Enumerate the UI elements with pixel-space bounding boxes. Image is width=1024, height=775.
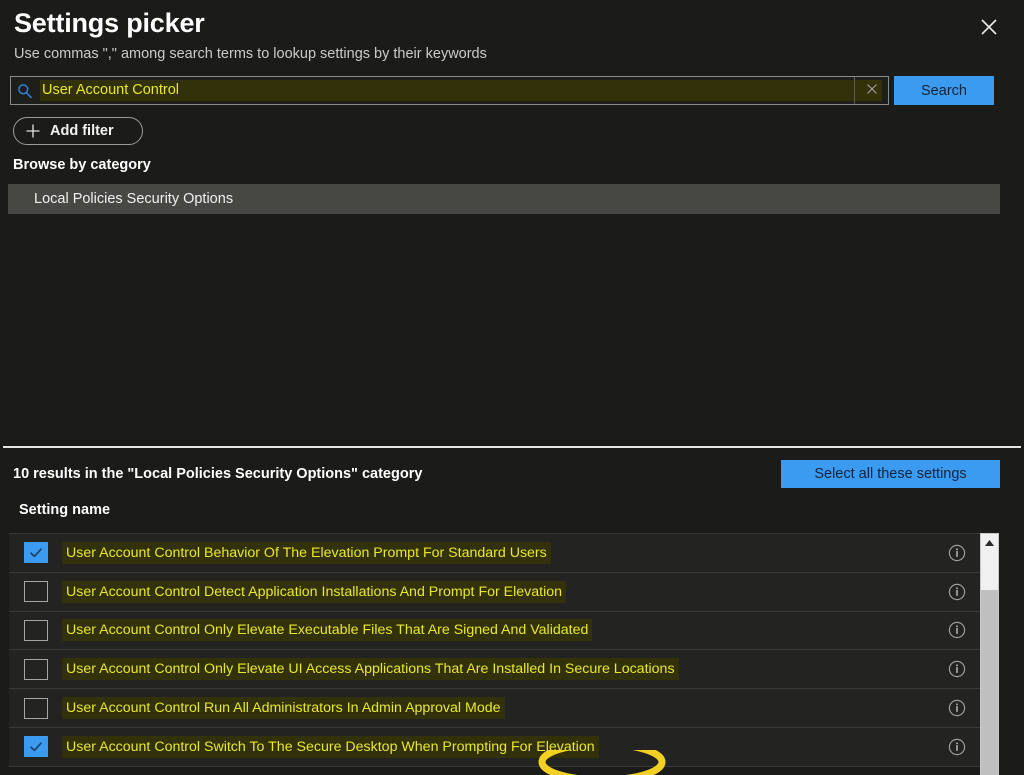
table-row[interactable]: User Account Control Run All Administrat… xyxy=(9,689,980,728)
check-icon xyxy=(30,548,42,558)
table-row[interactable]: User Account Control Only Elevate Execut… xyxy=(9,611,980,651)
info-icon[interactable] xyxy=(948,544,966,562)
setting-name-label: User Account Control Switch To The Secur… xyxy=(62,735,599,758)
add-filter-button[interactable]: Add filter xyxy=(13,117,143,145)
row-checkbox[interactable] xyxy=(24,542,48,564)
settings-list-scrollbar[interactable] xyxy=(980,533,999,775)
search-button-label: Search xyxy=(921,82,967,99)
column-header-setting-name: Setting name xyxy=(19,502,111,518)
setting-name-label: User Account Control Run All Administrat… xyxy=(62,697,505,720)
search-input[interactable]: User Account Control xyxy=(10,76,889,105)
page-subtitle: Use commas "," among search terms to loo… xyxy=(14,46,487,62)
setting-name-label: User Account Control Detect Application … xyxy=(62,580,567,603)
page-title: Settings picker xyxy=(14,8,205,38)
clear-icon xyxy=(866,82,878,100)
search-icon xyxy=(11,77,39,104)
scroll-up-button[interactable] xyxy=(981,534,998,551)
setting-name-label: User Account Control Only Elevate Execut… xyxy=(62,619,593,642)
plus-icon xyxy=(24,122,42,140)
info-icon[interactable] xyxy=(948,660,966,678)
table-row[interactable]: User Account Control Behavior Of The Ele… xyxy=(9,534,980,573)
results-count: 10 results in the "Local Policies Securi… xyxy=(13,466,423,482)
select-all-label: Select all these settings xyxy=(814,466,967,482)
settings-picker-dialog: Settings picker Use commas "," among sea… xyxy=(0,0,1024,775)
select-all-settings-button[interactable]: Select all these settings xyxy=(781,460,1000,488)
row-checkbox[interactable] xyxy=(24,697,48,719)
browse-by-category-heading: Browse by category xyxy=(13,157,151,173)
info-icon[interactable] xyxy=(948,699,966,717)
row-checkbox[interactable] xyxy=(24,581,48,603)
search-button[interactable]: Search xyxy=(894,76,994,105)
info-icon[interactable] xyxy=(948,738,966,756)
check-icon xyxy=(30,742,42,752)
info-icon[interactable] xyxy=(948,583,966,601)
category-item-local-policies-security-options[interactable]: Local Policies Security Options xyxy=(8,184,1000,214)
table-row[interactable]: User Account Control Switch To The Secur… xyxy=(9,727,980,767)
table-row[interactable]: User Account Control Only Elevate UI Acc… xyxy=(9,650,980,690)
close-icon xyxy=(979,17,999,37)
chevron-up-icon xyxy=(984,534,995,552)
add-filter-label: Add filter xyxy=(50,123,114,139)
clear-search-button[interactable] xyxy=(854,77,888,104)
row-checkbox[interactable] xyxy=(24,658,48,680)
row-checkbox[interactable] xyxy=(24,736,48,758)
row-checkbox[interactable] xyxy=(24,619,48,641)
section-divider xyxy=(3,446,1021,448)
settings-list: User Account Control Behavior Of The Ele… xyxy=(9,533,980,775)
search-input-value: User Account Control xyxy=(40,80,882,101)
setting-name-label: User Account Control Only Elevate UI Acc… xyxy=(62,658,679,681)
setting-name-label: User Account Control Behavior Of The Ele… xyxy=(62,541,551,564)
category-label: Local Policies Security Options xyxy=(34,191,234,207)
table-row[interactable]: User Account Control Detect Application … xyxy=(9,572,980,612)
info-icon[interactable] xyxy=(948,621,966,639)
scrollbar-thumb[interactable] xyxy=(981,590,998,775)
close-button[interactable] xyxy=(972,12,1006,42)
